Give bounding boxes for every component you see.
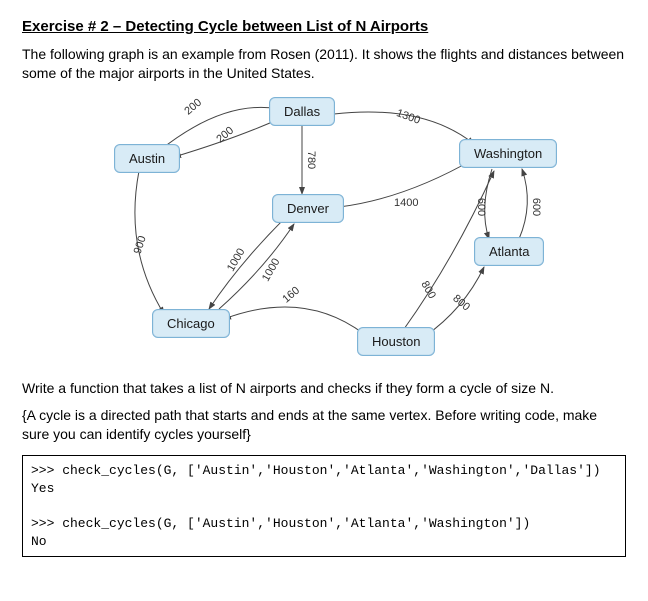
node-houston: Houston [357,327,435,356]
edge-washington-atlanta-a: 600 [475,198,487,216]
code-line-1: >>> check_cycles(G, ['Austin','Houston',… [31,463,601,478]
exercise-title: Exercise # 2 – Detecting Cycle between L… [22,18,626,35]
edge-washington-atlanta-b: 600 [530,198,542,216]
code-out-1: Yes [31,481,54,496]
code-line-2: >>> check_cycles(G, ['Austin','Houston',… [31,516,530,531]
graph-edges [24,89,624,369]
node-denver: Denver [272,194,344,223]
node-washington: Washington [459,139,557,168]
task-text: Write a function that takes a list of N … [22,379,626,398]
airport-graph: 200 200 1300 780 1400 600 600 900 1000 1… [24,89,624,369]
node-austin: Austin [114,144,180,173]
intro-text: The following graph is an example from R… [22,45,626,83]
edge-dallas-denver: 780 [305,151,317,169]
code-example: >>> check_cycles(G, ['Austin','Houston',… [22,455,626,557]
node-chicago: Chicago [152,309,230,338]
edge-denver-washington: 1400 [394,197,418,209]
hint-text: {A cycle is a directed path that starts … [22,406,626,444]
node-atlanta: Atlanta [474,237,544,266]
code-out-2: No [31,534,47,549]
node-dallas: Dallas [269,97,335,126]
